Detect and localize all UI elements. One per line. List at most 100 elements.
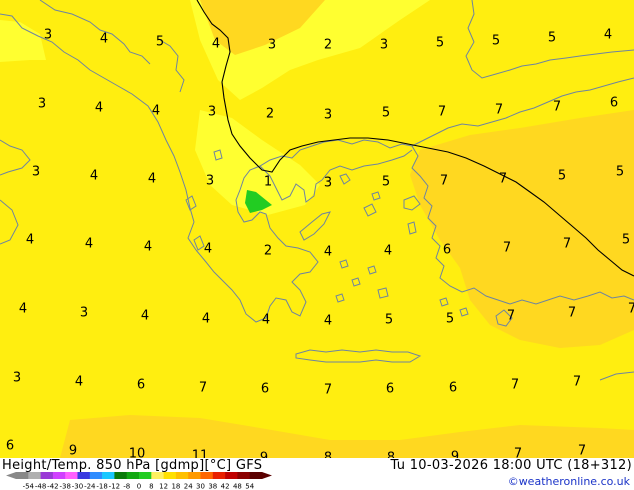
isotherm-label: 7: [495, 103, 503, 118]
legend-color-swatch: [188, 472, 201, 479]
isotherm-label: 4: [212, 37, 220, 52]
isotherm-label: 6: [386, 382, 394, 397]
legend-tick-label: -54: [23, 483, 35, 490]
isotherm-label: 9: [451, 450, 459, 459]
legend-color-swatch: [77, 472, 91, 479]
isotherm-label: 4: [141, 309, 149, 324]
isotherm-label: 3: [38, 97, 46, 112]
isotherm-label: 5: [385, 313, 393, 328]
legend-color-swatch: [28, 472, 41, 479]
isotherm-label: 7: [628, 302, 634, 317]
map-canvas: 3 4 5 4 3 2 3 5 5 5 4 3 4 4 3 2 3 5 7 7 7 6 3 4 4 3 1 3 5 7 7 5 5 4 4 4 4 2 4 4…: [0, 0, 634, 458]
isotherm-label: 9: [69, 444, 77, 459]
isotherm-label: 3: [44, 28, 52, 43]
legend-color-swatch: [89, 472, 103, 479]
isotherm-label: 4: [148, 172, 156, 187]
legend-color-swatch: [139, 472, 152, 479]
legend-arrow-right: [262, 472, 272, 479]
isotherm-label: 5: [616, 165, 624, 180]
isotherm-label: 5: [622, 233, 630, 248]
legend-color-swatch: [249, 472, 263, 479]
weather-map: 3 4 5 4 3 2 3 5 5 5 4 3 4 4 3 2 3 5 7 7 7 6 3 4 4 3 1 3 5 7 7 5 5 4 4 4 4 2 4 4…: [0, 0, 634, 458]
isotherm-label: 3: [208, 105, 216, 120]
legend-arrow-left: [6, 472, 16, 479]
isotherm-label: 6: [137, 378, 145, 393]
isotherm-label: 4: [19, 302, 27, 317]
legend-color-swatch: [163, 472, 177, 479]
legend-tick-label: 42: [221, 483, 230, 490]
legend-color-bar: [6, 472, 272, 479]
isotherm-label: 3: [32, 165, 40, 180]
isotherm-label: 7: [568, 306, 576, 321]
legend-tick-label: -38: [59, 483, 70, 490]
legend-color-swatch: [16, 472, 29, 479]
legend-tick-label: 38: [208, 483, 217, 490]
isotherm-label: 7: [511, 378, 519, 393]
isotherm-label: 5: [436, 36, 444, 51]
legend-color-swatch: [151, 472, 164, 479]
legend-color-swatch: [212, 472, 226, 479]
legend-tick-label: 18: [171, 483, 180, 490]
isotherm-label: 6: [261, 382, 269, 397]
isotherm-label: 5: [492, 34, 500, 49]
isotherm-label: 7: [563, 237, 571, 252]
isotherm-label: 4: [324, 314, 332, 329]
legend-tick-label: -8: [123, 483, 130, 490]
isotherm-label: 3: [380, 38, 388, 53]
isotherm-label: 4: [324, 245, 332, 260]
legend-tick-label: 48: [233, 483, 242, 490]
isotherm-label: 9: [260, 451, 268, 459]
legend-tick-label: -18: [96, 483, 107, 490]
isotherm-label: 7: [578, 444, 586, 459]
isotherm-label: 1: [264, 175, 272, 190]
legend-tick-labels: -54 -48 -42 -38 -30 -24 -18 -12 -8 0 8 12 18 24 30 38 42…: [23, 483, 255, 490]
legend-tick-label: -42: [47, 483, 58, 490]
legend-color-swatch: [65, 472, 78, 479]
isotherm-label: 5: [382, 175, 390, 190]
isotherm-label: 7: [507, 309, 515, 324]
legend-tick-label: 24: [184, 483, 193, 490]
isotherm-label: 6: [610, 96, 618, 111]
legend-color-swatch: [175, 472, 189, 479]
isotherm-label: 4: [202, 312, 210, 327]
isotherm-label: 4: [604, 28, 612, 43]
isotherm-label: 4: [26, 233, 34, 248]
isotherm-label: 7: [514, 447, 522, 459]
isotherm-label: 6: [449, 381, 457, 396]
isotherm-label: 7: [499, 172, 507, 187]
legend-color-swatch: [225, 472, 238, 479]
isotherm-label: 3: [324, 176, 332, 191]
isotherm-label: 6: [443, 243, 451, 258]
isotherm-label: 7: [324, 383, 332, 398]
isotherm-label: 3: [206, 174, 214, 189]
legend-tick-label: 8: [149, 483, 153, 490]
legend-color-swatch: [52, 472, 66, 479]
legend-tick-label: 30: [196, 483, 205, 490]
legend-tick-label: 0: [137, 483, 141, 490]
legend-color-swatch: [40, 472, 54, 479]
isotherm-label: 4: [85, 237, 93, 252]
isotherm-label: 4: [90, 169, 98, 184]
isotherm-label: 3: [324, 108, 332, 123]
isotherm-label: 5: [382, 106, 390, 121]
isotherm-label: 7: [440, 174, 448, 189]
isotherm-label: 4: [262, 313, 270, 328]
legend-tick-label: -12: [109, 483, 120, 490]
isotherm-label: 6: [6, 439, 14, 454]
legend-color-swatch: [126, 472, 140, 479]
isotherm-label: 4: [144, 240, 152, 255]
isotherm-label: 2: [264, 244, 272, 259]
isotherm-label: 3: [80, 306, 88, 321]
legend-color-swatch: [237, 472, 250, 479]
color-scale-legend: -54 -48 -42 -38 -30 -24 -18 -12 -8 0 8 12 18 24 30 38 42…: [6, 472, 272, 490]
isotherm-label: 8: [387, 451, 395, 459]
isotherm-label: 7: [438, 105, 446, 120]
credit-link[interactable]: ©weatheronline.co.uk: [508, 475, 630, 488]
isotherm-label: 4: [100, 32, 108, 47]
isotherm-label: 2: [324, 38, 332, 53]
legend-tick-label: -30: [72, 483, 83, 490]
isotherm-label: 4: [152, 104, 160, 119]
isotherm-label: 5: [548, 31, 556, 46]
isotherm-label: 10: [129, 447, 146, 459]
isotherm-label: 5: [156, 35, 164, 50]
